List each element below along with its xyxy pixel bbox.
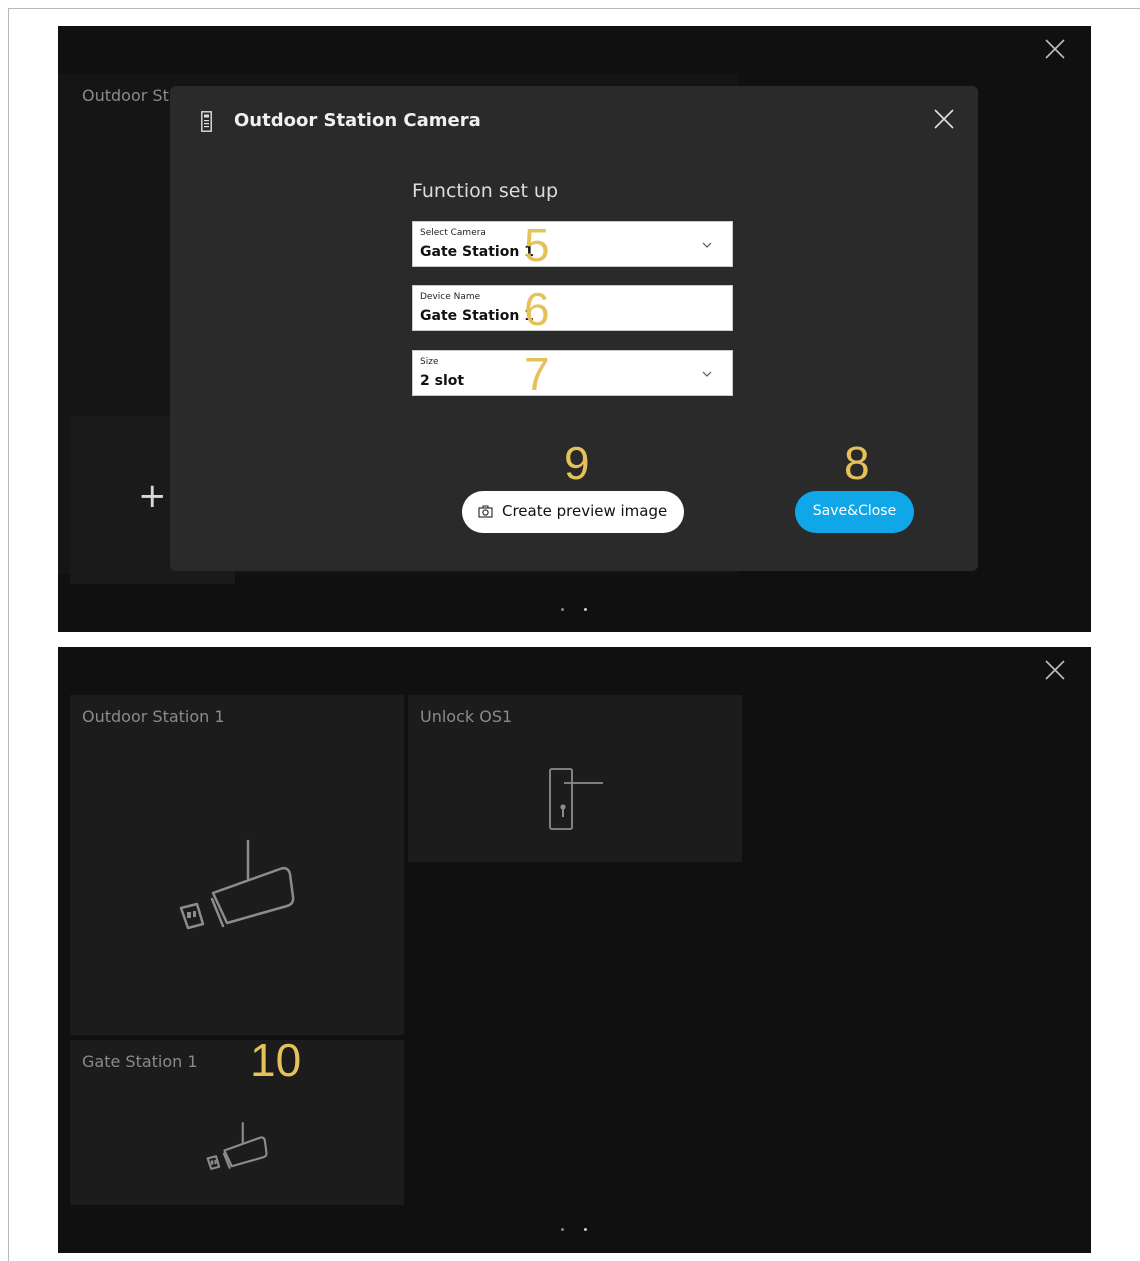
page-dot-active[interactable] bbox=[584, 608, 587, 611]
page-dot[interactable] bbox=[561, 608, 564, 611]
select-camera-dropdown[interactable]: Select Camera Gate Station 1 bbox=[412, 221, 733, 267]
page-indicator[interactable] bbox=[558, 604, 598, 614]
chevron-down-icon bbox=[702, 371, 712, 377]
button-label: Save&Close bbox=[812, 503, 897, 519]
annotation-number: 6 bbox=[524, 283, 550, 335]
tile-label: Gate Station 1 bbox=[82, 1052, 198, 1071]
section-title: Function set up bbox=[412, 180, 559, 202]
field-value: 2 slot bbox=[420, 373, 465, 389]
field-label: Size bbox=[420, 357, 439, 367]
tile-gate-station[interactable]: Gate Station 1 bbox=[70, 1040, 404, 1205]
field-value: Gate Station 1 bbox=[420, 308, 534, 324]
frame-border-left bbox=[8, 8, 9, 1261]
background-tile-label: Outdoor St bbox=[82, 86, 169, 105]
annotation-number: 8 bbox=[844, 437, 870, 489]
tile-unlock[interactable]: Unlock OS1 bbox=[408, 695, 742, 862]
annotation-number: 9 bbox=[564, 437, 590, 489]
camera-icon bbox=[478, 505, 493, 518]
page-dot[interactable] bbox=[561, 1228, 564, 1231]
close-icon[interactable] bbox=[1044, 659, 1066, 681]
chevron-down-icon bbox=[702, 242, 712, 248]
door-handle-icon bbox=[549, 768, 603, 830]
function-setup-dialog: Outdoor Station Camera Function set up S… bbox=[170, 86, 978, 571]
dialog-title: Outdoor Station Camera bbox=[234, 110, 481, 131]
close-icon[interactable] bbox=[1044, 38, 1066, 60]
security-camera-icon bbox=[179, 839, 295, 930]
screen-tiles-overview: Outdoor Station 1 Unlock OS1 Gate Statio… bbox=[58, 647, 1091, 1253]
field-value: Gate Station 1 bbox=[420, 244, 534, 260]
field-label: Device Name bbox=[420, 292, 481, 302]
intercom-device-icon bbox=[201, 111, 212, 132]
tile-label: Unlock OS1 bbox=[420, 707, 513, 726]
page-indicator[interactable] bbox=[558, 1224, 598, 1234]
page-dot-active[interactable] bbox=[584, 1228, 587, 1231]
screen-function-setup: Outdoor St + Outdoor Station Camera Func… bbox=[58, 26, 1091, 632]
annotation-number: 10 bbox=[250, 1034, 302, 1086]
annotation-number: 5 bbox=[524, 219, 550, 271]
field-label: Select Camera bbox=[420, 228, 486, 238]
dialog-close-icon[interactable] bbox=[933, 108, 955, 130]
tile-label: Outdoor Station 1 bbox=[82, 707, 225, 726]
security-camera-icon bbox=[206, 1122, 268, 1170]
create-preview-image-button[interactable]: Create preview image bbox=[462, 491, 684, 533]
annotation-number: 7 bbox=[524, 348, 550, 400]
size-dropdown[interactable]: Size 2 slot bbox=[412, 350, 733, 396]
save-close-button[interactable]: Save&Close bbox=[795, 491, 914, 533]
plus-icon: + bbox=[138, 476, 167, 516]
tile-outdoor-station[interactable]: Outdoor Station 1 bbox=[70, 695, 404, 1035]
frame-border-top bbox=[8, 8, 1140, 9]
device-name-field[interactable]: Device Name Gate Station 1 bbox=[412, 285, 733, 331]
button-label: Create preview image bbox=[502, 502, 668, 520]
